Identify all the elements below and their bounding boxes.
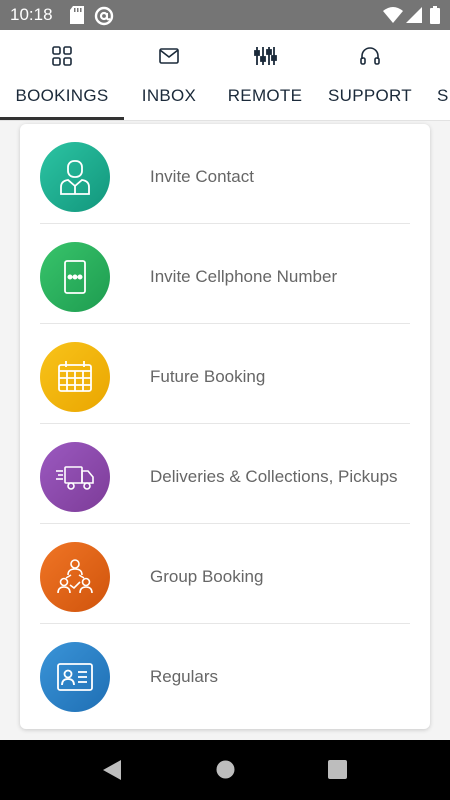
tab-bookings[interactable]: BOOKINGS <box>0 30 124 120</box>
id-card-icon <box>40 642 110 712</box>
menu-item-label: Regulars <box>150 667 219 686</box>
menu-item-regulars[interactable]: Regulars <box>40 624 410 724</box>
tab-label: REMOTE <box>227 86 303 105</box>
sd-card-icon <box>70 6 84 29</box>
back-icon[interactable] <box>103 760 121 785</box>
menu-item-label: Invite Contact <box>150 167 254 186</box>
active-tab-indicator <box>0 117 124 120</box>
recents-icon[interactable] <box>328 760 347 784</box>
tab-label: S <box>437 86 449 105</box>
battery-icon <box>430 6 440 29</box>
menu-item-label: Future Booking <box>150 367 266 386</box>
status-time: 10:18 <box>10 5 53 24</box>
menu-item-label: Invite Cellphone Number <box>150 267 338 286</box>
menu-item-label: Deliveries & Collections, Pickups <box>150 467 398 486</box>
menu-item-label: Group Booking <box>150 567 264 586</box>
delivery-truck-icon <box>40 442 110 512</box>
tab-label: BOOKINGS <box>15 86 109 105</box>
menu-item-deliveries[interactable]: Deliveries & Collections, Pickups <box>40 424 410 524</box>
sliders-icon <box>253 44 277 68</box>
booking-options-card: Invite Contact Invite Cellphone Number F… <box>20 124 430 729</box>
system-nav-bar <box>0 740 450 800</box>
group-icon <box>40 542 110 612</box>
home-icon[interactable] <box>216 760 235 784</box>
person-icon <box>40 142 110 212</box>
status-bar: 10:18 <box>0 0 450 30</box>
tab-label: SUPPORT <box>328 86 412 105</box>
wifi-icon <box>383 6 403 29</box>
menu-item-group-booking[interactable]: Group Booking <box>40 524 410 624</box>
menu-item-future-booking[interactable]: Future Booking <box>40 324 410 424</box>
headphones-icon <box>358 44 382 68</box>
tab-bar: BOOKINGS INBOX REMOTE SUPPORT S <box>0 30 450 121</box>
signal-icon <box>406 6 422 29</box>
tab-label: INBOX <box>141 86 197 105</box>
tab-inbox[interactable]: INBOX <box>124 30 214 120</box>
menu-item-invite-contact[interactable]: Invite Contact <box>40 124 410 224</box>
calendar-icon <box>40 342 110 412</box>
tab-remote[interactable]: REMOTE <box>214 30 316 120</box>
grid-icon <box>50 44 74 68</box>
at-sign-icon <box>94 6 114 31</box>
cellphone-icon <box>40 242 110 312</box>
menu-item-invite-cellphone[interactable]: Invite Cellphone Number <box>40 224 410 324</box>
envelope-icon <box>157 44 181 68</box>
tab-support[interactable]: SUPPORT <box>316 30 424 120</box>
tab-partial[interactable]: S <box>424 30 450 120</box>
